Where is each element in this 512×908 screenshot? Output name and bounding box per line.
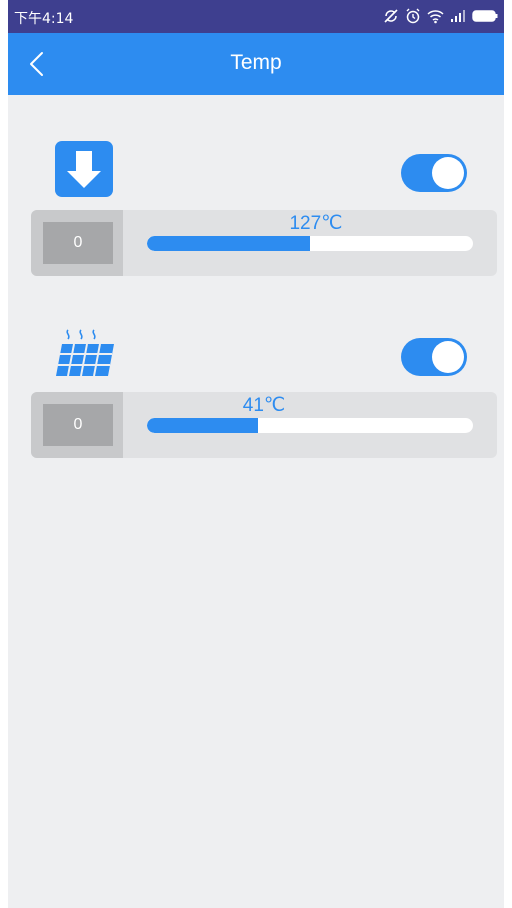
page-title: Temp [230, 51, 282, 74]
heated-bed-icon [54, 328, 116, 385]
bed-target-input[interactable]: 0 [43, 404, 113, 446]
extruder-progress-bar[interactable] [147, 236, 473, 251]
bed-toggle[interactable] [401, 338, 467, 376]
extruder-progress-fill [147, 236, 310, 251]
screen: 下午4:14 Temp 0 127℃ 0 41℃ [8, 0, 504, 908]
value-panel: 0 [31, 392, 123, 458]
alarm-icon [405, 8, 421, 24]
bed-progress-bar[interactable] [147, 418, 473, 433]
toggle-knob [432, 157, 464, 189]
sync-off-icon [383, 8, 399, 24]
wifi-icon [427, 9, 444, 24]
bed-temp-row: 0 41℃ [31, 392, 497, 458]
status-bar: 下午4:14 [8, 0, 504, 33]
bed-progress-fill [147, 418, 258, 433]
value-panel: 0 [31, 210, 123, 276]
extruder-temp-label: 127℃ [289, 213, 343, 234]
status-time: 下午4:14 [14, 11, 74, 27]
toggle-knob [432, 341, 464, 373]
app-bar: Temp [8, 33, 504, 95]
bed-temp-label: 41℃ [242, 395, 286, 416]
extruder-temp-row: 0 127℃ [31, 210, 497, 276]
extruder-nozzle-icon [54, 140, 114, 203]
extruder-target-input[interactable]: 0 [43, 222, 113, 264]
battery-icon [472, 9, 498, 23]
signal-icon [450, 9, 466, 23]
extruder-toggle[interactable] [401, 154, 467, 192]
status-icons [383, 7, 498, 25]
